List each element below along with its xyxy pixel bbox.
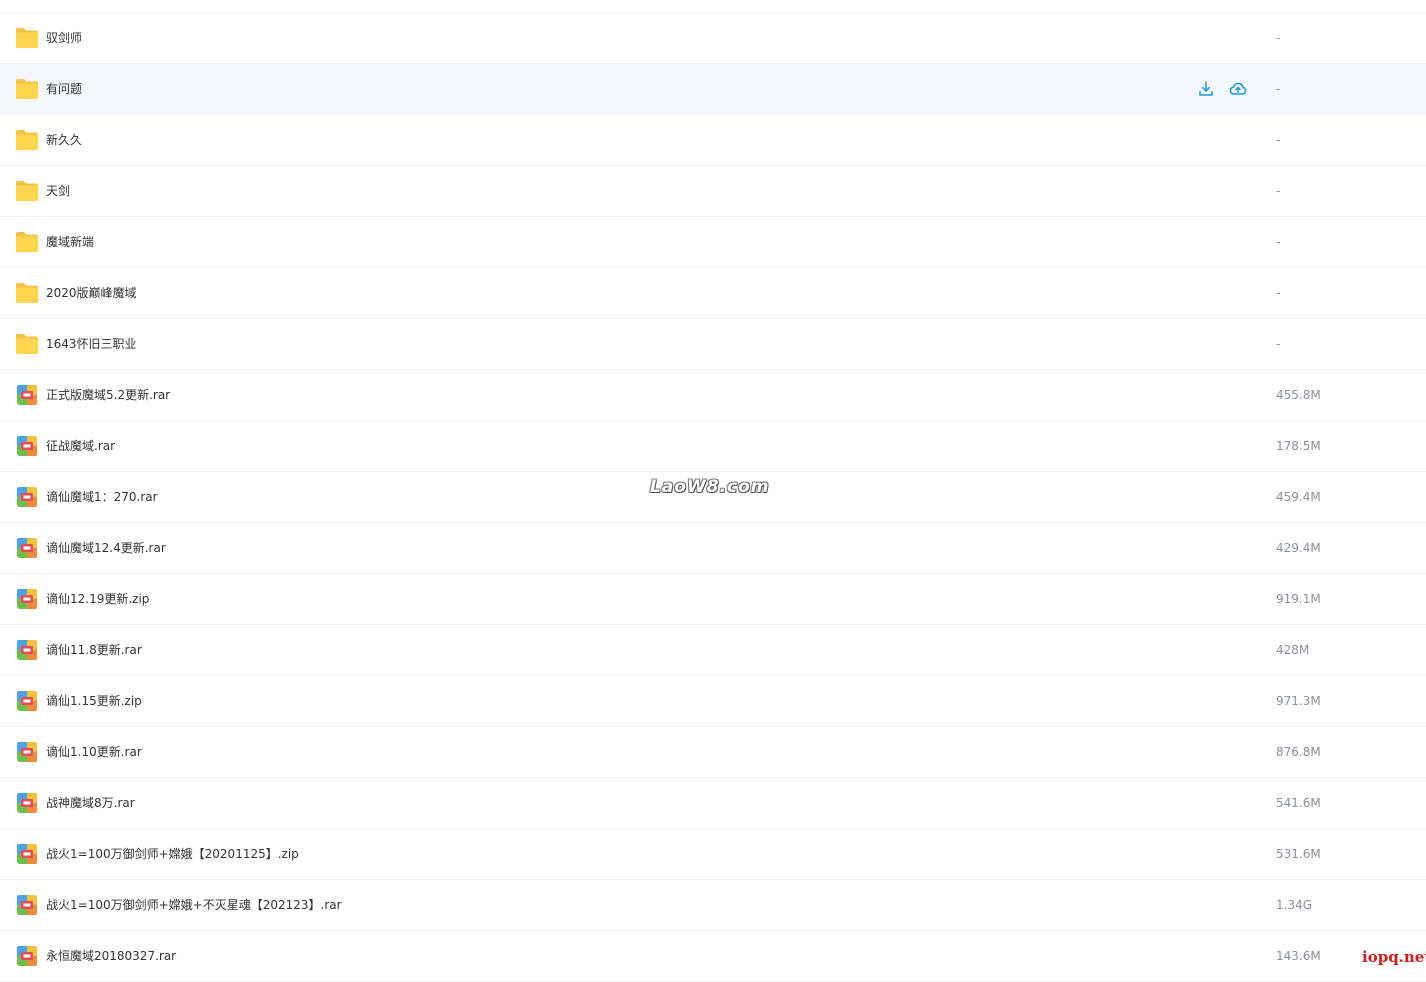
archive-file-icon [15,690,39,712]
folder-icon [15,180,39,202]
file-name[interactable]: 谪仙1.10更新.rar [46,727,142,777]
file-row[interactable]: 战火1=100万御剑师+嫦娥【20201125】.zip 531.6M [0,829,1426,880]
folder-row[interactable]: 1643怀旧三职业 - [0,319,1426,370]
folder-icon [15,282,39,304]
file-size: 178.5M [1276,439,1321,453]
folder-icon [15,129,39,151]
file-size: 541.6M [1276,796,1321,810]
archive-file-icon [15,843,39,865]
file-name[interactable]: 战火1=100万御剑师+嫦娥【20201125】.zip [46,829,299,879]
watermark: LaoW8.com [650,477,770,497]
folder-icon [15,27,39,49]
file-name[interactable]: 2020版巅峰魔域 [46,268,137,318]
file-name[interactable]: 谪仙魔域12.4更新.rar [46,523,166,573]
archive-file-icon [15,435,39,457]
file-row[interactable]: 谪仙魔域12.4更新.rar 429.4M [0,523,1426,574]
file-name[interactable]: 正式版魔域5.2更新.rar [46,370,170,420]
archive-file-icon [15,792,39,814]
file-name[interactable]: 谪仙12.19更新.zip [46,574,149,624]
file-size: - [1276,82,1281,96]
file-size: - [1276,184,1281,198]
file-size: - [1276,133,1281,147]
folder-row[interactable]: 新久久 - [0,115,1426,166]
archive-file-icon [15,945,39,967]
download-icon[interactable] [1197,80,1215,98]
file-name[interactable]: 谪仙1.15更新.zip [46,676,142,726]
file-size: 876.8M [1276,745,1321,759]
file-size: 429.4M [1276,541,1321,555]
folder-icon [15,333,39,355]
folder-row[interactable]: 2020版巅峰魔域 - [0,268,1426,319]
archive-file-icon [15,384,39,406]
file-size: - [1276,337,1281,351]
file-size: 459.4M [1276,490,1321,504]
archive-file-icon [15,894,39,916]
folder-icon [15,231,39,253]
file-name[interactable]: 永恒魔域20180327.rar [46,931,176,981]
file-name[interactable]: 天剑 [46,166,70,216]
file-size: 143.6M [1276,949,1321,963]
archive-file-icon [15,639,39,661]
file-size: 919.1M [1276,592,1321,606]
file-size: - [1276,235,1281,249]
file-row[interactable]: 战火1=100万御剑师+嫦娥+不灭星魂【202123】.rar 1.34G [0,880,1426,931]
folder-row[interactable]: 魔域新端 - [0,217,1426,268]
file-size: 455.8M [1276,388,1321,402]
archive-file-icon [15,537,39,559]
file-row[interactable]: 谪仙1.10更新.rar 876.8M [0,727,1426,778]
file-list: 驭剑师 - 有问题 - 新久久 - 天剑 - 魔域新端 - 2020版巅峰魔域 - 1643怀旧三职业 -… [0,0,1426,982]
file-size: 428M [1276,643,1310,657]
file-size: - [1276,286,1281,300]
folder-icon [15,78,39,100]
file-size: 1.34G [1276,898,1313,912]
cloud-upload-icon[interactable] [1229,80,1247,98]
file-name[interactable]: 1643怀旧三职业 [46,319,137,369]
file-name[interactable]: 战神魔域8万.rar [46,778,135,828]
file-size: 971.3M [1276,694,1321,708]
file-name[interactable]: 谪仙魔域1：270.rar [46,472,158,522]
file-row[interactable]: 谪仙1.15更新.zip 971.3M [0,676,1426,727]
file-row[interactable]: 战神魔域8万.rar 541.6M [0,778,1426,829]
archive-file-icon [15,486,39,508]
corner-watermark: iopq.net [1360,948,1426,966]
file-row[interactable]: 谪仙11.8更新.rar 428M [0,625,1426,676]
file-name[interactable]: 魔域新端 [46,217,94,267]
folder-row[interactable]: 天剑 - [0,166,1426,217]
file-name[interactable]: 征战魔域.rar [46,421,115,471]
folder-row[interactable]: 驭剑师 - [0,13,1426,64]
file-name[interactable]: 谪仙11.8更新.rar [46,625,142,675]
file-row[interactable]: 正式版魔域5.2更新.rar 455.8M [0,370,1426,421]
file-row[interactable]: 永恒魔域20180327.rar 143.6M [0,931,1426,982]
file-size: 531.6M [1276,847,1321,861]
file-row[interactable]: 谪仙12.19更新.zip 919.1M [0,574,1426,625]
folder-row[interactable]: 有问题 - [0,64,1426,115]
file-size: - [1276,31,1281,45]
archive-file-icon [15,588,39,610]
file-name[interactable]: 驭剑师 [46,13,82,63]
file-name[interactable]: 战火1=100万御剑师+嫦娥+不灭星魂【202123】.rar [46,880,342,930]
file-name[interactable]: 新久久 [46,115,82,165]
file-row[interactable]: 征战魔域.rar 178.5M [0,421,1426,472]
archive-file-icon [15,741,39,763]
file-name[interactable]: 有问题 [46,64,82,114]
